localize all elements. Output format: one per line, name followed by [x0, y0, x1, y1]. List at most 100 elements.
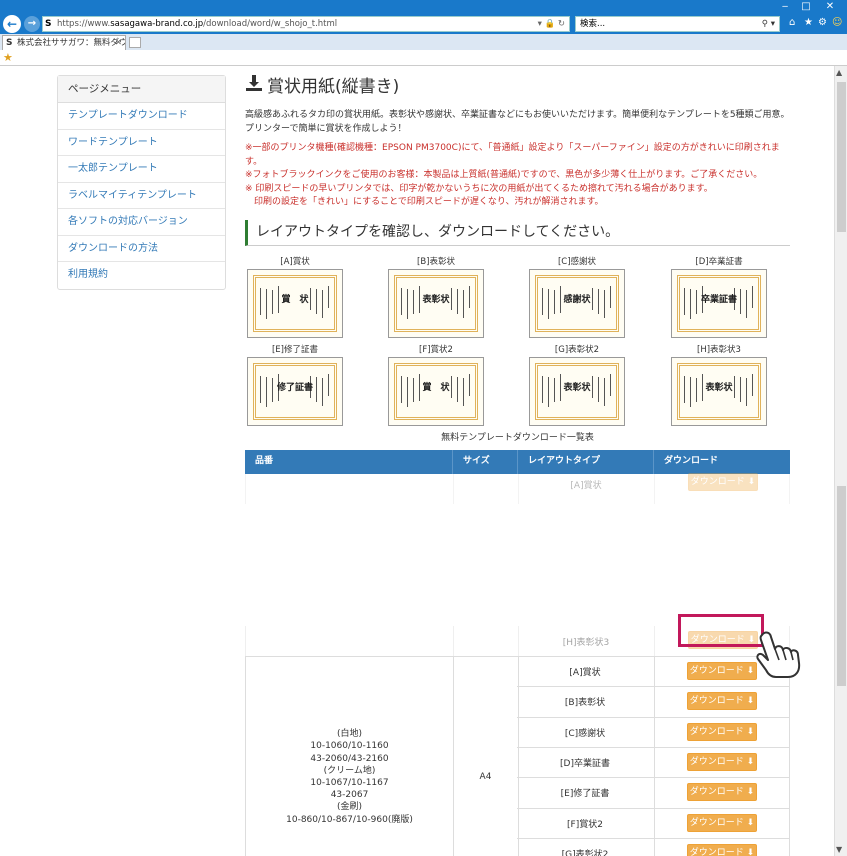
maximize-button[interactable]: □: [796, 0, 816, 14]
template-card[interactable]: [D]卒業証書 卒業証書: [669, 256, 769, 338]
template-card[interactable]: [H]表彰状3 表彰状: [669, 344, 769, 426]
product-number-cell: (白地) 10-1060/10-1160 43-2060/43-2160 (クリ…: [286, 729, 413, 825]
certificate-thumbnail[interactable]: 感謝状: [529, 269, 625, 338]
certificate-thumbnail[interactable]: 賞 状: [247, 269, 343, 338]
url-path: /download/word/w_shojo_t.html: [203, 19, 338, 29]
minimize-button[interactable]: ‒: [775, 0, 795, 14]
column-header-layout: レイアウトタイプ: [517, 450, 653, 474]
search-input[interactable]: 検索... ⚲ ▾: [575, 16, 780, 32]
page-title-text: 賞状用紙(縦書き): [267, 77, 400, 97]
sidebar-item-software-versions[interactable]: 各ソフトの対応バージョン: [58, 209, 225, 236]
smiley-feedback-icon[interactable]: ☺: [832, 17, 842, 28]
certificate-title: 表彰状: [563, 383, 591, 393]
template-card[interactable]: [A]賞状賞 状: [245, 256, 345, 338]
search-placeholder: 検索...: [580, 19, 606, 29]
template-label: [G]表彰状2: [554, 345, 600, 355]
certificate-thumbnail[interactable]: 表彰状: [529, 357, 625, 426]
column-header-product: 品番: [245, 450, 452, 474]
template-label: [E]修了証書: [271, 345, 318, 355]
tab-bar: S 株式会社ササガワ：無料ダウン... ✕: [0, 34, 847, 50]
template-card[interactable]: [B]表彰状表彰状: [386, 256, 486, 338]
section-heading: レイアウトタイプを確認し、ダウンロードしてください。: [245, 219, 790, 246]
layout-cell: [E]修了証書: [560, 789, 610, 800]
certificate-thumbnail[interactable]: 修了証書: [247, 357, 343, 426]
page-viewport: ページメニュー テンプレートダウンロード ワードテンプレート 一太郎テンプレート…: [0, 66, 834, 856]
layout-cell: [A]賞状: [569, 668, 601, 678]
back-button[interactable]: ←: [3, 15, 21, 33]
note-line: ※フォトブラックインクをご使用のお客様：本製品は上質紙(普通紙)ですので、黒色が…: [245, 170, 763, 180]
download-button[interactable]: ダウンロード ⬇: [687, 662, 757, 680]
url-actions-icon[interactable]: ▾ 🔒 ↻: [538, 17, 565, 31]
pointer-hand-icon: [752, 629, 808, 682]
download-button[interactable]: ダウンロード ⬇: [687, 722, 757, 741]
template-card[interactable]: [C]感謝状感謝状: [527, 256, 627, 338]
url-host: sasagawa-brand.co.jp: [110, 19, 204, 29]
certificate-thumbnail[interactable]: 賞 状: [388, 357, 484, 426]
site-favicon-icon: S: [45, 19, 52, 29]
window-titlebar: ‒ □ ✕: [0, 0, 847, 14]
column-header-size: サイズ: [452, 450, 517, 474]
download-button[interactable]: ダウンロード ⬇: [687, 692, 757, 711]
note-line: ※ 印刷スピードの早いプリンタでは、印字が乾かないうちに次の用紙が出てくるため擦…: [245, 183, 713, 194]
main-content: 賞状用紙(縦書き) 高級感あふれるタカ印の賞状用紙。表彰状や感謝状、卒業証書など…: [245, 74, 790, 856]
new-tab-button[interactable]: [129, 37, 141, 48]
favorites-bar: ★: [0, 50, 847, 66]
certificate-thumbnail[interactable]: 卒業証書: [671, 269, 767, 338]
sidebar-item-word-template[interactable]: ワードテンプレート: [58, 130, 225, 156]
certificate-thumbnail[interactable]: 表彰状: [671, 357, 767, 426]
table-row-faded: [A]賞状 ダウンロード ⬇: [245, 473, 790, 504]
download-button[interactable]: ダウンロード ⬇: [687, 783, 757, 802]
row-divider: [517, 777, 790, 779]
sidebar-item-terms[interactable]: 利用規約: [58, 262, 225, 289]
download-button[interactable]: ダウンロード ⬇: [688, 473, 758, 491]
tab-close-icon[interactable]: ✕: [115, 36, 122, 50]
template-card[interactable]: [F]賞状2 賞 状: [386, 344, 486, 426]
template-label: [C]感謝状: [557, 257, 597, 267]
sidebar-item-template-download[interactable]: テンプレートダウンロード: [58, 103, 225, 130]
row-divider: [517, 837, 790, 839]
certificate-title: 卒業証書: [700, 295, 737, 305]
gear-icon[interactable]: ⚙: [818, 17, 827, 28]
download-button[interactable]: ダウンロード ⬇: [687, 813, 757, 832]
search-icon[interactable]: ⚲ ▾: [762, 17, 775, 31]
add-favorite-icon[interactable]: ★: [3, 51, 13, 64]
sidebar-item-download-howto[interactable]: ダウンロードの方法: [58, 236, 225, 262]
template-label: [B]表彰状: [417, 257, 455, 267]
sidebar-item-labelmighty-template[interactable]: ラベルマイティテンプレート: [58, 183, 225, 209]
template-card[interactable]: [E]修了証書修了証書: [245, 344, 345, 426]
template-label: [A]賞状: [280, 257, 310, 267]
row-divider: [517, 807, 790, 809]
certificate-thumbnail[interactable]: 表彰状: [388, 269, 484, 338]
template-label: [D]卒業証書: [695, 257, 743, 267]
template-card[interactable]: [G]表彰状2 表彰状: [527, 344, 627, 426]
page-menu-heading: ページメニュー: [58, 76, 225, 103]
certificate-title: 賞 状: [281, 295, 309, 305]
column-header-download: ダウンロード: [653, 450, 790, 474]
template-label: [F]賞状2: [419, 345, 453, 355]
home-icon[interactable]: ⌂: [789, 17, 795, 28]
layout-cell: [H]表彰状3: [562, 637, 610, 648]
layout-cell: [B]表彰状: [564, 698, 606, 709]
download-button[interactable]: ダウンロード ⬇: [687, 843, 757, 856]
note-line: ※一部のプリンタ機種(確認機種：EPSON PM3700C)にて、「普通紙」設定…: [245, 143, 780, 167]
sidebar-item-ichitaro-template[interactable]: 一太郎テンプレート: [58, 156, 225, 183]
row-divider: [517, 686, 790, 688]
scroll-down-icon[interactable]: ▼: [836, 845, 842, 854]
row-divider: [517, 716, 790, 718]
vertical-scrollbar[interactable]: ▲ ▼: [834, 66, 847, 856]
forward-button[interactable]: →: [24, 16, 40, 32]
tab-favicon-icon: S: [6, 38, 13, 48]
url-bar[interactable]: S https://www.sasagawa-brand.co.jp/downl…: [42, 16, 570, 32]
scroll-up-icon[interactable]: ▲: [836, 68, 842, 77]
download-button[interactable]: ダウンロード ⬇: [687, 752, 757, 771]
address-toolbar: ← → S https://www.sasagawa-brand.co.jp/d…: [0, 14, 847, 34]
download-icon: [245, 74, 263, 99]
scrollbar-thumb-lower[interactable]: [837, 486, 846, 686]
favorites-star-icon[interactable]: ★: [804, 17, 813, 28]
close-window-button[interactable]: ✕: [820, 0, 840, 14]
row-divider: [517, 746, 790, 748]
scrollbar-thumb[interactable]: [837, 82, 846, 232]
tab-active[interactable]: S 株式会社ササガワ：無料ダウン... ✕: [2, 35, 126, 50]
layout-cell: [G]表彰状2: [561, 849, 609, 856]
note-line: 印刷の設定を「きれい」にすることで印刷スピードが遅くなり、汚れが解消されます。: [245, 197, 604, 207]
